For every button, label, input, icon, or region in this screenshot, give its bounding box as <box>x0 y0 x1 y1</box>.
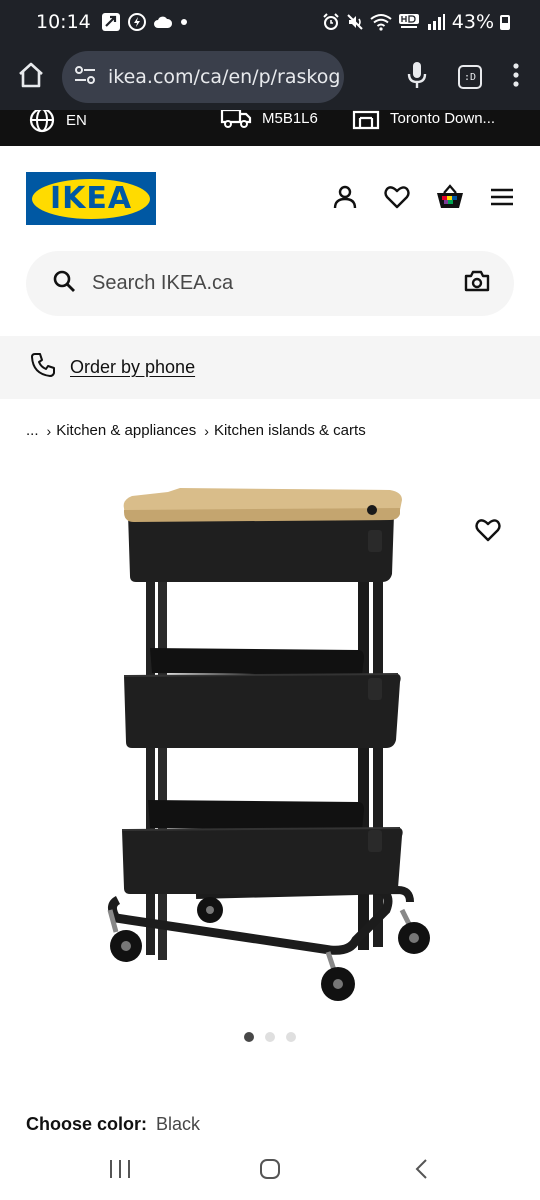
search-input[interactable]: Search IKEA.ca <box>92 272 233 295</box>
store-selector[interactable]: Toronto Down... <box>352 110 495 130</box>
status-left-icons <box>101 12 189 32</box>
kitchen-cart-illustration <box>107 488 430 1001</box>
add-to-favourites-icon[interactable] <box>472 514 504 546</box>
status-right: 43% <box>322 11 510 33</box>
site-settings-icon[interactable] <box>74 65 96 89</box>
home-icon[interactable] <box>16 60 46 95</box>
address-bar[interactable]: ikea.com/ca/en/p/raskog <box>62 51 344 103</box>
selected-color-value: Black <box>156 1114 201 1134</box>
data-saver-icon <box>101 12 121 32</box>
mute-icon <box>346 13 364 31</box>
search-icon <box>52 269 76 298</box>
image-carousel-dots <box>244 1032 296 1042</box>
shopping-bag-icon[interactable] <box>436 184 464 215</box>
carousel-dot[interactable] <box>244 1032 254 1042</box>
globe-icon <box>29 110 55 133</box>
whatsapp-icon <box>127 12 147 32</box>
caster <box>197 897 223 923</box>
postal-code-label: M5B1L6 <box>262 110 318 127</box>
status-time: 10:14 <box>36 11 91 33</box>
account-icon[interactable] <box>332 184 358 215</box>
phone-icon <box>30 352 56 383</box>
alarm-icon <box>322 13 340 31</box>
dot-icon <box>179 17 189 27</box>
breadcrumb: ... › Kitchen & appliances › Kitchen isl… <box>26 422 366 439</box>
back-icon[interactable] <box>412 1158 432 1185</box>
ikea-logo[interactable]: IKEA <box>26 172 156 225</box>
postal-code-selector[interactable]: M5B1L6 <box>220 110 318 130</box>
breadcrumb-item-kitchen-appliances[interactable]: Kitchen & appliances <box>56 422 196 439</box>
store-label: Toronto Down... <box>390 110 496 127</box>
hd-voice-icon <box>398 13 420 31</box>
signal-icon <box>426 13 446 31</box>
microphone-icon[interactable] <box>406 60 428 95</box>
order-by-phone-bar: Order by phone <box>0 336 540 399</box>
carousel-dot[interactable] <box>286 1032 296 1042</box>
caster <box>321 951 355 1001</box>
url-text: ikea.com/ca/en/p/raskog <box>108 66 341 88</box>
color-selector: Choose color: Black <box>26 1114 200 1135</box>
search-bar[interactable]: Search IKEA.ca <box>26 251 514 316</box>
chevron-right-icon: › <box>46 422 52 439</box>
battery-icon <box>500 14 510 30</box>
menu-icon[interactable] <box>490 187 514 212</box>
cloud-icon <box>153 15 173 29</box>
browser-toolbar: ikea.com/ca/en/p/raskog :D <box>0 44 540 110</box>
home-button-icon[interactable] <box>258 1158 282 1185</box>
android-navigation-bar <box>0 1140 540 1200</box>
order-by-phone-link[interactable]: Order by phone <box>70 357 195 378</box>
more-menu-icon[interactable] <box>512 62 520 93</box>
choose-color-label: Choose color: <box>26 1114 148 1134</box>
tab-switcher-button[interactable]: :D <box>458 65 482 89</box>
top-utility-strip: EN M5B1L6 Toronto Down... <box>0 110 540 146</box>
recent-apps-icon[interactable] <box>108 1158 132 1185</box>
battery-percent: 43% <box>451 11 494 33</box>
visual-search-camera-icon[interactable] <box>464 270 490 297</box>
store-icon <box>352 110 380 130</box>
status-bar: 10:14 43% <box>0 0 540 44</box>
caster <box>398 908 430 954</box>
product-image[interactable] <box>0 470 540 1010</box>
delivery-truck-icon <box>220 110 252 128</box>
language-selector[interactable]: EN <box>28 110 87 134</box>
language-label: EN <box>66 111 87 129</box>
site-header: IKEA <box>0 146 540 250</box>
breadcrumb-item-kitchen-islands-carts[interactable]: Kitchen islands & carts <box>214 422 366 439</box>
carousel-dot[interactable] <box>265 1032 275 1042</box>
wifi-icon <box>370 13 392 31</box>
breadcrumb-ellipsis[interactable]: ... <box>26 422 39 439</box>
favourites-icon[interactable] <box>384 185 410 214</box>
chevron-right-icon: › <box>204 422 209 439</box>
